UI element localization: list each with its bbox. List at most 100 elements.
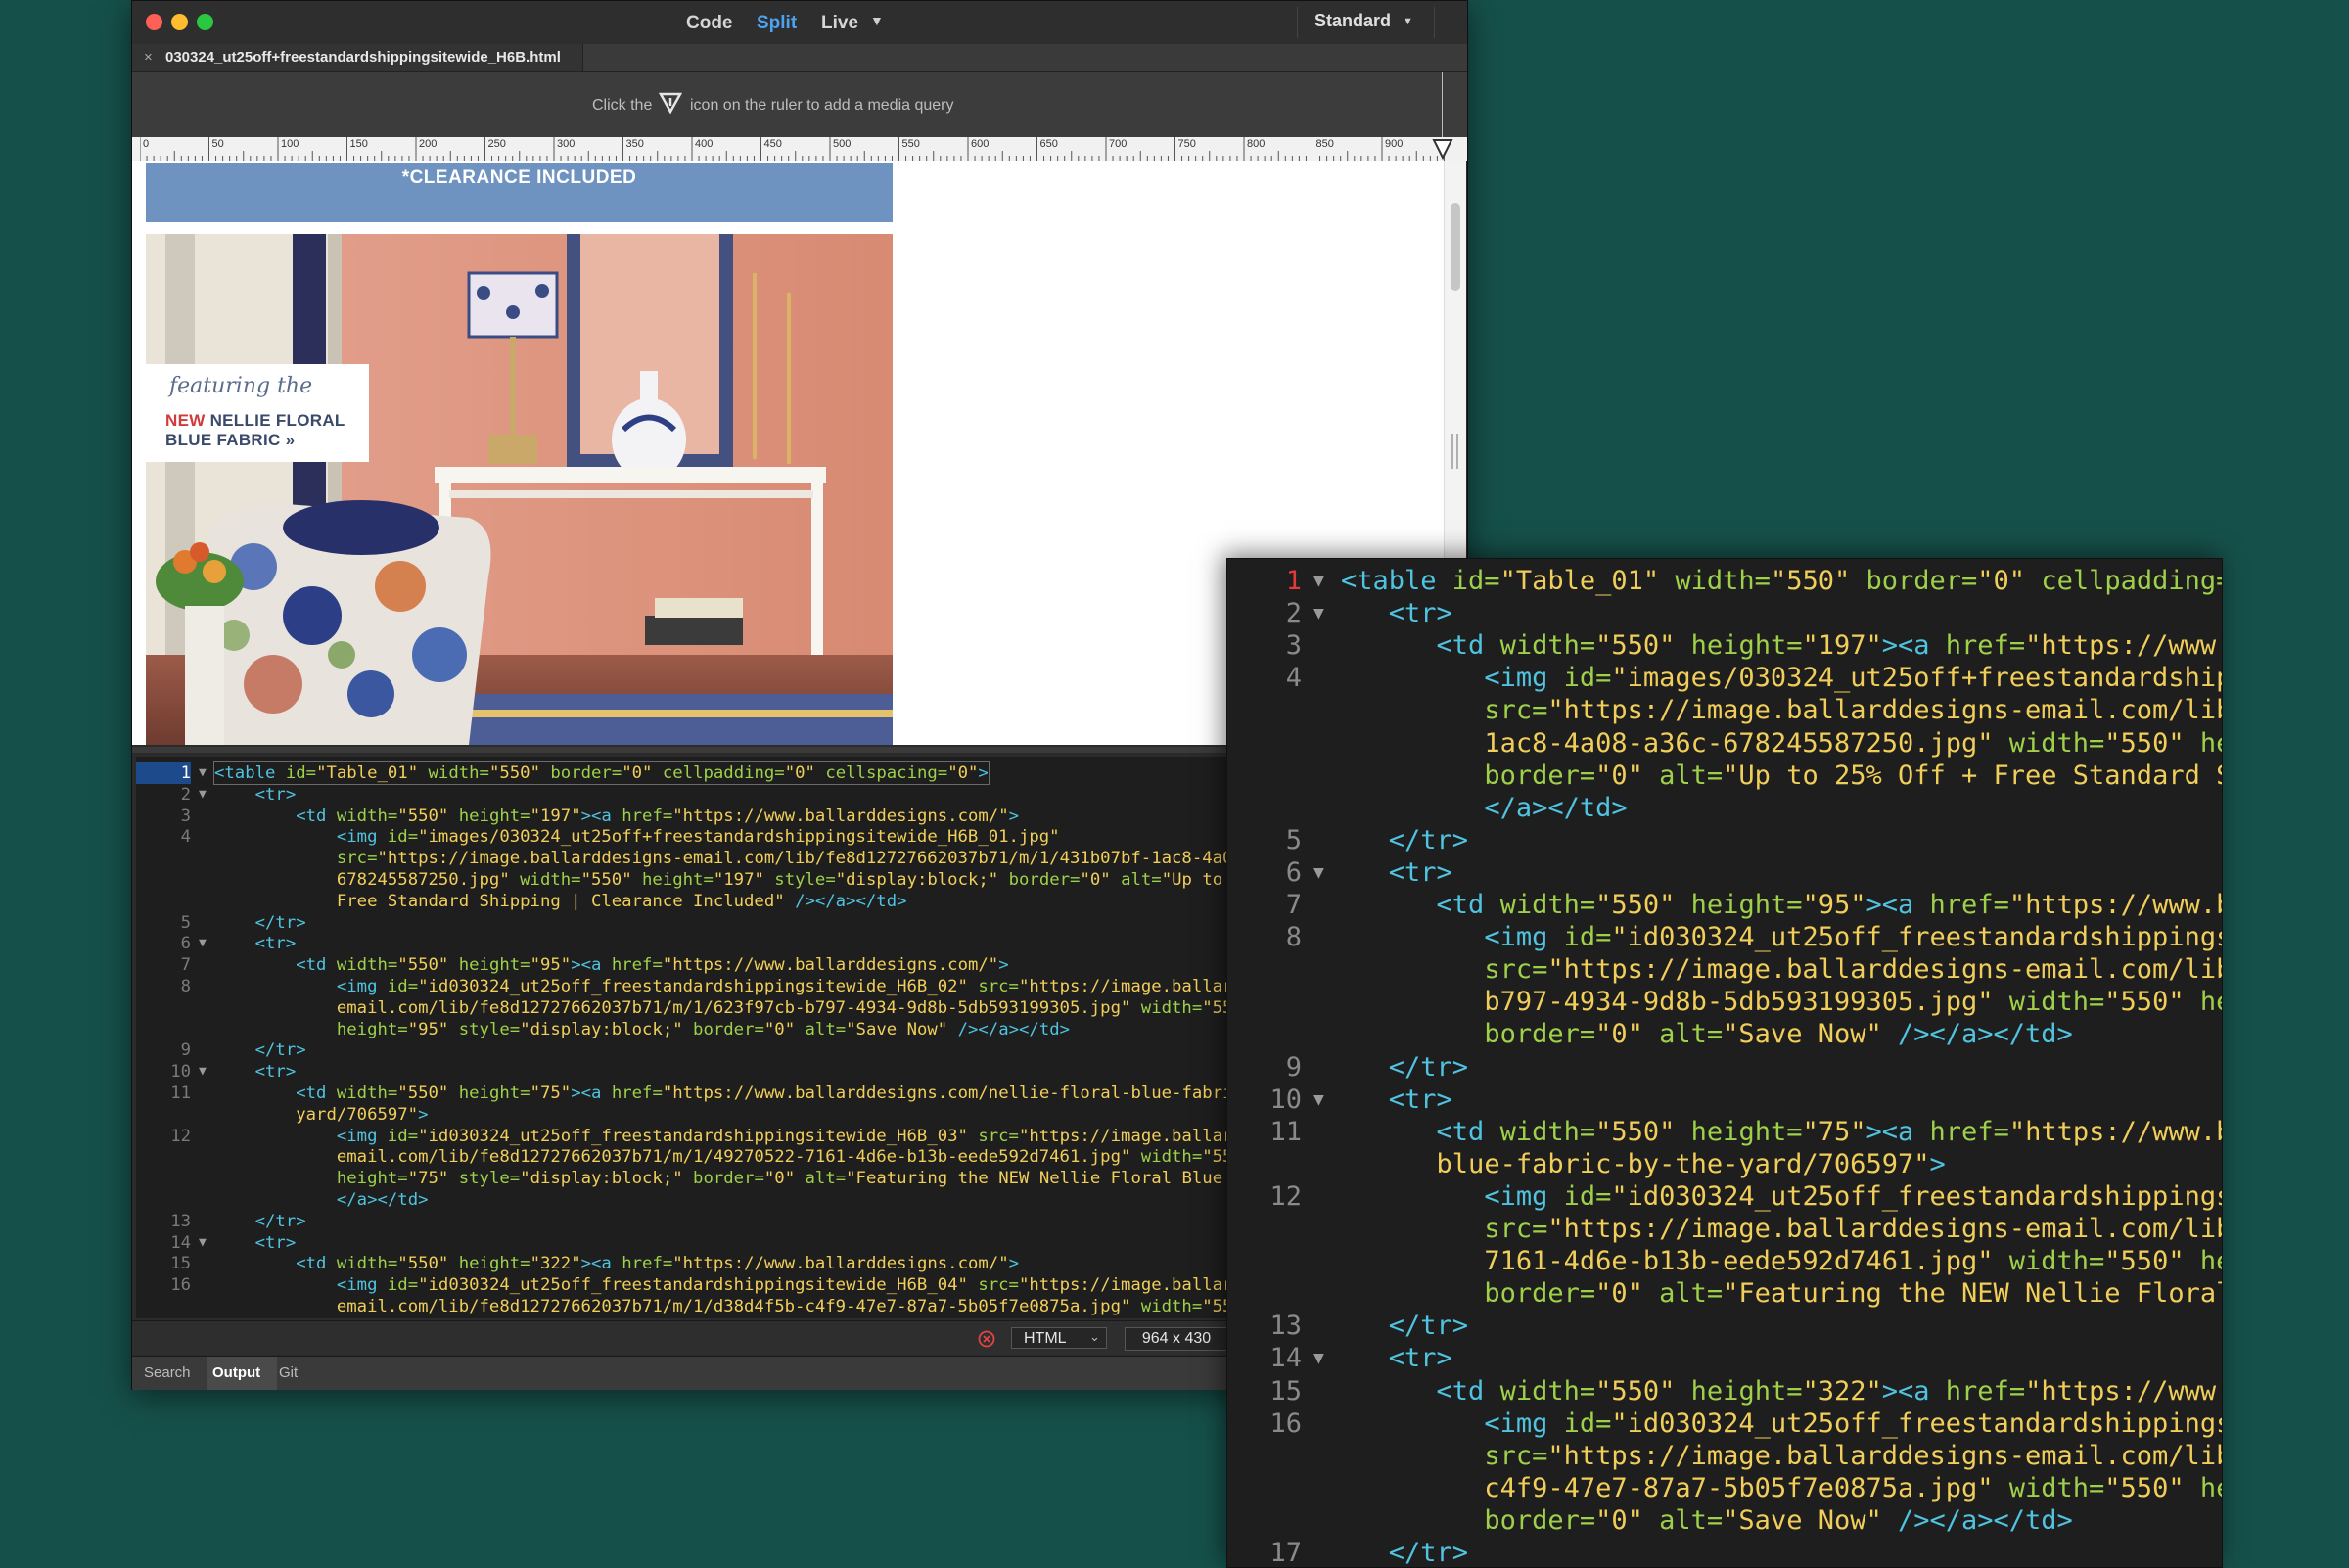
zoom-window-button[interactable] bbox=[197, 14, 213, 30]
code-token: "https://www.ballarddesigns.com/" bbox=[2008, 890, 2222, 920]
code-token: src= bbox=[336, 849, 378, 869]
code-line[interactable]: 15 <td width="550" height="322"><a href=… bbox=[1227, 1375, 2222, 1407]
code-token: "550" bbox=[1595, 890, 1691, 920]
code-line[interactable]: 1ac8-4a08-a36c-678245587250.jpg" width="… bbox=[1227, 727, 2222, 760]
featuring-nellie-floral-link[interactable]: featuring the NEW NELLIE FLORAL BLUE FAB… bbox=[146, 364, 369, 462]
tab-search[interactable]: Search bbox=[144, 1364, 191, 1381]
window-size-readout[interactable]: 964 x 430 bbox=[1125, 1327, 1228, 1351]
tab-output[interactable]: Output bbox=[212, 1364, 260, 1381]
code-line[interactable]: 6 ▼ <tr> bbox=[1227, 856, 2222, 889]
code-line[interactable]: b797-4934-9d8b-5db593199305.jpg" width="… bbox=[1227, 986, 2222, 1018]
media-query-bar[interactable]: Click the icon on the ruler to add a med… bbox=[132, 72, 1467, 137]
code-line[interactable]: 8 <img id="id030324_ut25off_freestandard… bbox=[1227, 921, 2222, 953]
code-token: src= bbox=[1484, 1214, 1548, 1244]
code-line[interactable]: 10 ▼ <tr> bbox=[1227, 1084, 2222, 1116]
language-chevron-down-icon[interactable]: ⌄ bbox=[1089, 1329, 1100, 1345]
code-token: <a bbox=[591, 806, 622, 826]
code-line[interactable]: src="https://image.ballarddesigns-email.… bbox=[1227, 1213, 2222, 1245]
error-icon[interactable] bbox=[978, 1330, 995, 1348]
code-text: yard/706597"> bbox=[214, 1104, 428, 1126]
code-token: border= bbox=[1008, 870, 1081, 890]
minimize-window-button[interactable] bbox=[171, 14, 188, 30]
code-line[interactable]: 9 </tr> bbox=[1227, 1051, 2222, 1084]
fold-arrow-icon[interactable]: ▼ bbox=[199, 762, 207, 784]
ruler-label: 400 bbox=[695, 138, 713, 150]
close-tab-icon[interactable]: × bbox=[144, 49, 153, 66]
code-line[interactable]: border="0" alt="Up to 25% Off + Free Sta… bbox=[1227, 760, 2222, 792]
tab-git[interactable]: Git bbox=[279, 1364, 298, 1381]
code-line[interactable]: c4f9-47e7-87a7-5b05f7e0875a.jpg" width="… bbox=[1227, 1472, 2222, 1504]
code-token: "550" bbox=[1595, 630, 1691, 662]
fold-arrow-icon[interactable]: ▼ bbox=[199, 1232, 207, 1254]
code-line[interactable]: 13 </tr> bbox=[1227, 1310, 2222, 1342]
split-resize-grip-icon[interactable] bbox=[1448, 432, 1463, 471]
code-line[interactable]: src="https://image.ballarddesigns-email.… bbox=[1227, 1440, 2222, 1472]
ruler[interactable]: 0 50 100 150 200 250 300 350 400 450 500 550 600 650 7… bbox=[132, 137, 1467, 161]
code-text: src="https://image.ballarddesigns-email.… bbox=[1341, 694, 2222, 726]
fold-arrow-icon[interactable]: ▼ bbox=[199, 933, 207, 954]
code-token: "https://image.ballarddesigns-email.com/… bbox=[1547, 954, 2222, 986]
code-line[interactable]: 3 <td width="550" height="197"><a href="… bbox=[1227, 629, 2222, 662]
code-token: > bbox=[978, 763, 989, 783]
code-line[interactable]: 17 </tr> bbox=[1227, 1537, 2222, 1568]
design-scrollbar-thumb[interactable] bbox=[1451, 203, 1460, 291]
code-line[interactable]: 14 ▼ <tr> bbox=[1227, 1342, 2222, 1374]
viewport-marker-line bbox=[1442, 72, 1443, 137]
code-token: height= bbox=[458, 955, 530, 976]
code-token: > bbox=[1881, 1375, 1899, 1407]
code-line[interactable]: border="0" alt="Save Now" /></a></td> bbox=[1227, 1504, 2222, 1537]
code-line[interactable]: src="https://image.ballarddesigns-email.… bbox=[1227, 953, 2222, 986]
ruler-viewport-handle-icon[interactable] bbox=[1432, 138, 1453, 160]
code-line[interactable]: border="0" alt="Save Now" /></a></td> bbox=[1227, 1018, 2222, 1050]
fold-arrow-icon[interactable]: ▼ bbox=[1313, 1342, 1324, 1374]
live-view-button[interactable]: Live bbox=[821, 13, 858, 34]
code-line[interactable]: 16 <img id="id030324_ut25off_freestandar… bbox=[1227, 1407, 2222, 1440]
clearance-banner[interactable]: *CLEARANCE INCLUDED bbox=[146, 163, 893, 222]
code-token: <table bbox=[1341, 566, 1452, 596]
code-line[interactable]: 1 ▼ <table id="Table_01" width="550" borde… bbox=[1227, 565, 2222, 597]
code-token: border= bbox=[1484, 1504, 1596, 1536]
code-token: </tr> bbox=[254, 1211, 306, 1231]
code-line[interactable]: src="https://image.ballarddesigns-email.… bbox=[1227, 694, 2222, 726]
code-line[interactable]: 5 </tr> bbox=[1227, 824, 2222, 856]
code-line[interactable]: 7161-4d6e-b13b-eede592d7461.jpg" width="… bbox=[1227, 1245, 2222, 1277]
live-view-chevron-down-icon[interactable]: ▼ bbox=[870, 13, 884, 28]
code-line[interactable]: 12 <img id="id030324_ut25off_freestandar… bbox=[1227, 1180, 2222, 1213]
code-line[interactable]: 7 <td width="550" height="95"><a href="h… bbox=[1227, 889, 2222, 921]
code-line[interactable]: blue-fabric-by-the-yard/706597"> bbox=[1227, 1148, 2222, 1180]
code-view-button[interactable]: Code bbox=[686, 13, 733, 34]
code-line[interactable]: border="0" alt="Featuring the NEW Nellie… bbox=[1227, 1277, 2222, 1310]
code-line[interactable]: 4 <img id="images/030324_ut25off+freesta… bbox=[1227, 662, 2222, 694]
room-photo[interactable]: featuring the NEW NELLIE FLORAL BLUE FAB… bbox=[146, 234, 893, 745]
workspace-switcher[interactable]: Standard bbox=[1314, 11, 1391, 31]
fold-arrow-icon[interactable]: ▼ bbox=[199, 1061, 207, 1083]
code-text: <img id="id030324_ut25off_freestandardsh… bbox=[214, 976, 1324, 997]
code-token: <td bbox=[1436, 1116, 1500, 1147]
code-token: <td bbox=[1436, 890, 1500, 920]
code-token: height= bbox=[2199, 1472, 2222, 1503]
line-number: 10 bbox=[170, 1062, 191, 1083]
fold-arrow-icon[interactable]: ▼ bbox=[1313, 1084, 1324, 1116]
fold-arrow-icon[interactable]: ▼ bbox=[1313, 856, 1324, 889]
workspace-chevron-down-icon[interactable]: ▼ bbox=[1403, 16, 1413, 27]
code-token: width= bbox=[428, 763, 489, 783]
line-number: 17 bbox=[1269, 1538, 1302, 1568]
code-token: "95" bbox=[530, 955, 572, 976]
close-window-button[interactable] bbox=[146, 14, 162, 30]
fold-arrow-icon[interactable]: ▼ bbox=[199, 784, 207, 806]
code-line[interactable]: </a></td> bbox=[1227, 792, 2222, 824]
code-line[interactable]: 11 <td width="550" height="75"><a href="… bbox=[1227, 1116, 2222, 1148]
split-view-button[interactable]: Split bbox=[757, 13, 797, 34]
document-tab[interactable]: × 030324_ut25off+freestandardshippingsit… bbox=[132, 44, 583, 71]
fold-arrow-icon[interactable]: ▼ bbox=[1313, 597, 1324, 629]
fold-arrow-icon[interactable]: ▼ bbox=[1313, 565, 1324, 597]
code-line[interactable]: 2 ▼ <tr> bbox=[1227, 597, 2222, 629]
code-token: "550" bbox=[397, 1084, 459, 1103]
separator bbox=[1297, 7, 1298, 38]
